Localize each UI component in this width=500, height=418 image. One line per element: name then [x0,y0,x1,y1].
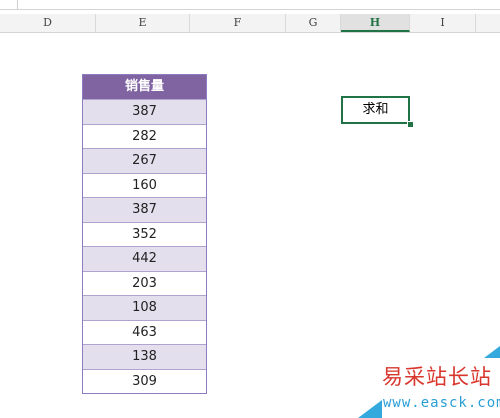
sales-cell[interactable]: 160 [83,172,206,197]
sales-cell[interactable]: 309 [83,368,206,393]
watermark-corner-bottom [358,400,382,418]
sales-cell[interactable]: 442 [83,246,206,271]
formula-bar-divider [17,0,18,9]
watermark-title: 易采站长站 [382,365,492,389]
sales-cell[interactable]: 463 [83,319,206,344]
sales-table: 销售量 387 282 267 160 387 352 442 203 108 … [82,74,207,394]
column-header-f[interactable]: F [190,14,286,32]
sales-cell[interactable]: 138 [83,344,206,369]
sales-cell[interactable]: 267 [83,148,206,173]
sales-cell[interactable]: 108 [83,295,206,320]
sales-cell[interactable]: 352 [83,221,206,246]
watermark-corner-top [484,346,500,358]
worksheet-grid[interactable] [0,33,500,418]
column-header-g[interactable]: G [286,14,341,32]
column-header-h[interactable]: H [341,14,410,32]
column-header-d[interactable]: D [0,14,96,32]
column-header-e[interactable]: E [96,14,190,32]
fill-handle[interactable] [407,121,414,128]
sales-cell[interactable]: 387 [83,99,206,124]
formula-bar[interactable] [0,0,500,10]
sales-table-header[interactable]: 销售量 [83,75,206,99]
column-header-i[interactable]: I [410,14,476,32]
excel-window: D E F G H I 销售量 387 282 267 160 387 352 … [0,0,500,418]
sales-cell[interactable]: 387 [83,197,206,222]
sales-cell[interactable]: 282 [83,123,206,148]
sales-cell[interactable]: 203 [83,270,206,295]
column-header-row: D E F G H I [0,14,500,33]
active-cell-sum[interactable]: 求和 [341,96,410,124]
watermark-url: www.easck.com [383,395,500,411]
